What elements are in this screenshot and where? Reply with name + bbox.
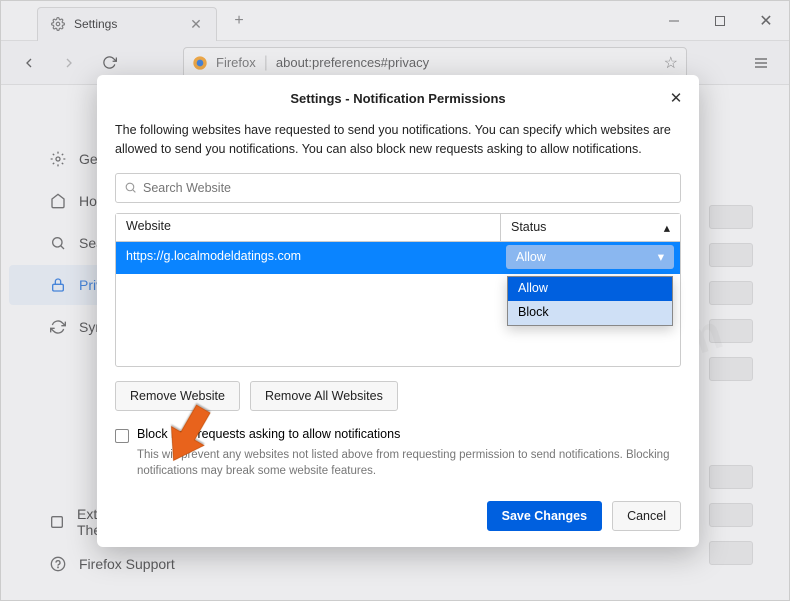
button-label: Remove All Websites — [265, 389, 383, 403]
website-url: https://g.localmodeldatings.com — [116, 242, 500, 274]
search-website-input[interactable] — [115, 173, 681, 203]
remove-website-button[interactable]: Remove Website — [115, 381, 240, 411]
block-requests-label: Block new requests asking to allow notif… — [137, 427, 400, 441]
block-requests-help: This will prevent any websites not liste… — [137, 447, 681, 479]
modal-description: The following websites have requested to… — [115, 121, 681, 159]
column-website[interactable]: Website — [116, 214, 500, 241]
block-requests-checkbox[interactable] — [115, 429, 129, 443]
modal-header: Settings - Notification Permissions ✕ — [97, 75, 699, 121]
remove-all-websites-button[interactable]: Remove All Websites — [250, 381, 398, 411]
table-header: Website Status ▴ — [116, 214, 680, 242]
sort-icon: ▴ — [664, 220, 670, 235]
table-row[interactable]: https://g.localmodeldatings.com Allow ▾ — [116, 242, 680, 274]
cancel-button[interactable]: Cancel — [612, 501, 681, 531]
search-field[interactable] — [143, 181, 672, 195]
button-label: Remove Website — [130, 389, 225, 403]
column-status[interactable]: Status ▴ — [500, 214, 680, 241]
chevron-down-icon: ▾ — [658, 249, 664, 264]
close-icon[interactable]: ✕ — [663, 85, 689, 111]
search-icon — [124, 181, 137, 194]
button-label: Cancel — [627, 509, 666, 523]
modal-title: Settings - Notification Permissions — [290, 91, 505, 106]
save-changes-button[interactable]: Save Changes — [487, 501, 602, 531]
column-status-label: Status — [511, 220, 546, 234]
status-dropdown-menu: Allow Block — [507, 276, 673, 326]
dropdown-option-allow[interactable]: Allow — [508, 277, 672, 301]
notification-permissions-dialog: Settings - Notification Permissions ✕ Th… — [97, 75, 699, 547]
status-dropdown[interactable]: Allow ▾ — [506, 245, 674, 269]
dropdown-option-block[interactable]: Block — [508, 301, 672, 325]
button-label: Save Changes — [502, 509, 587, 523]
status-value: Allow — [516, 250, 546, 264]
websites-table: Website Status ▴ https://g.localmodeldat… — [115, 213, 681, 367]
